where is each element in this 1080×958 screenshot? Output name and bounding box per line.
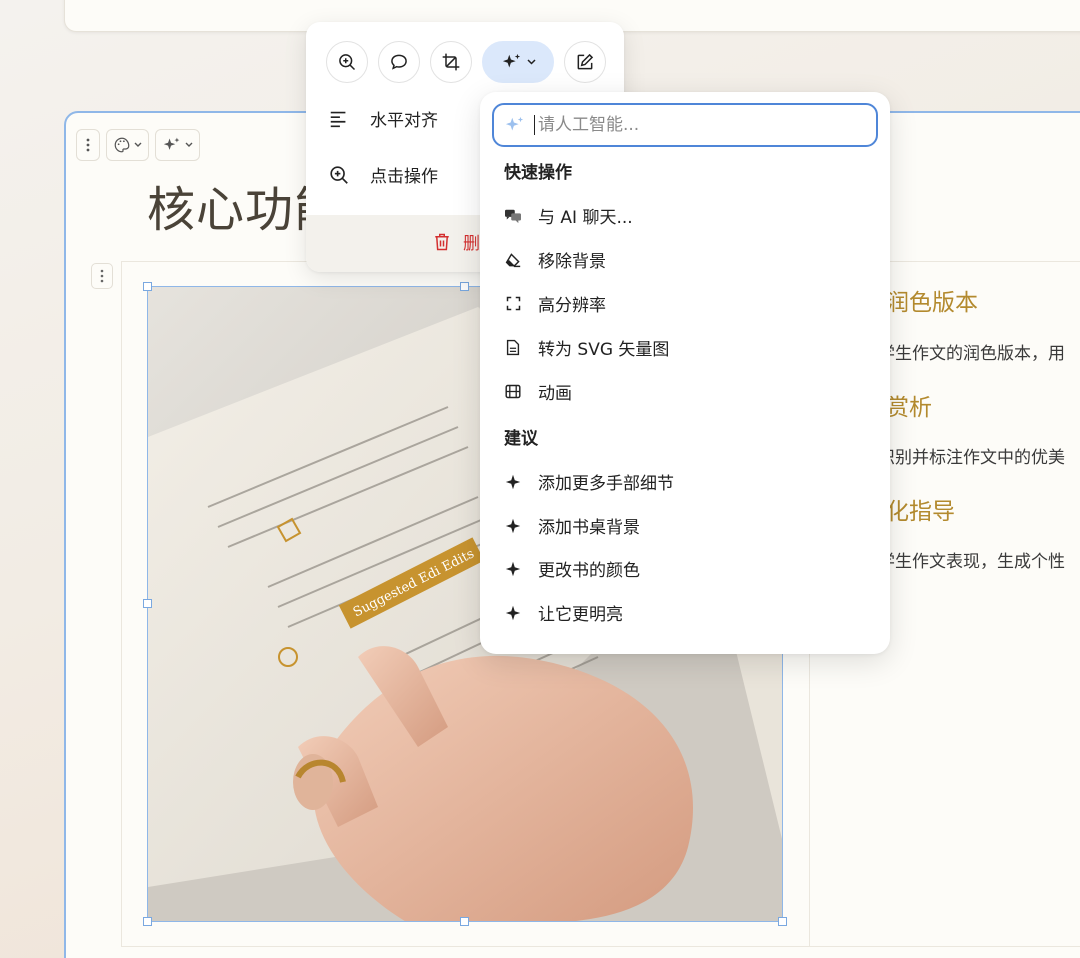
sparkle-icon: [163, 137, 180, 150]
remove-background-item[interactable]: 移除背景: [504, 247, 606, 272]
trash-icon: [435, 233, 449, 250]
menu-item-label: 动画: [538, 384, 572, 404]
crop-icon: [442, 53, 460, 71]
feature-text[interactable]: 学生作文表现，生成个性: [878, 547, 1065, 572]
sparkle-icon: [505, 518, 521, 533]
chevron-down-icon: [526, 59, 536, 65]
suggestion-item[interactable]: 让它更明亮: [504, 600, 623, 625]
slide-mini-toolbar: [76, 129, 200, 161]
theme-palette-button[interactable]: [106, 129, 149, 161]
animation-item[interactable]: 动画: [504, 379, 572, 404]
resize-handle-top[interactable]: [460, 282, 469, 291]
comment-icon: [391, 54, 407, 70]
palette-icon: [114, 137, 130, 153]
align-horizontal-item[interactable]: 水平对齐: [328, 106, 438, 131]
eraser-icon: [505, 252, 521, 267]
menu-item-label: 高分辨率: [538, 296, 606, 316]
sparkle-icon: [505, 116, 524, 131]
chevron-down-icon: [185, 142, 193, 147]
vertical-dots-icon: [86, 138, 90, 152]
suggestion-item[interactable]: 添加更多手部细节: [504, 469, 674, 494]
zoom-in-icon: [339, 54, 356, 71]
menu-item-label: 点击操作: [370, 167, 438, 187]
ai-tools-button[interactable]: [482, 41, 554, 83]
sparkle-icon: [505, 561, 521, 576]
ai-sparkle-button[interactable]: [155, 129, 200, 161]
ai-actions-menu: 快速操作 与 AI 聊天... 移除背景 高分辨率 转为 SVG 矢量图 动画 …: [480, 92, 890, 654]
menu-item-label: 转为 SVG 矢量图: [538, 340, 670, 360]
chevron-down-icon: [134, 142, 142, 147]
ai-prompt-field[interactable]: [492, 103, 878, 147]
edit-button[interactable]: [564, 41, 606, 83]
ai-prompt-input[interactable]: [534, 115, 854, 135]
feature-text[interactable]: 学生作文的润色版本，用: [878, 339, 1065, 364]
menu-item-label: 让它更明亮: [538, 605, 623, 625]
resize-handle-left[interactable]: [143, 599, 152, 608]
edit-icon: [577, 53, 594, 70]
comment-button[interactable]: [378, 41, 420, 83]
chat-icon: [505, 209, 521, 223]
menu-item-label: 添加书桌背景: [538, 518, 640, 538]
zoom-in-button[interactable]: [326, 41, 368, 83]
file-icon: [506, 339, 520, 356]
sparkle-icon: [505, 605, 521, 620]
menu-item-label: 更改书的颜色: [538, 561, 640, 581]
menu-item-label: 与 AI 聊天...: [538, 208, 633, 228]
feature-heading[interactable]: 化指导: [886, 492, 955, 526]
feature-heading[interactable]: 赏析: [886, 388, 932, 422]
zoom-in-icon: [330, 165, 348, 184]
high-resolution-item[interactable]: 高分辨率: [504, 291, 606, 316]
block-drag-handle[interactable]: [91, 263, 113, 289]
menu-item-label: 水平对齐: [370, 111, 438, 131]
quick-actions-heading: 快速操作: [504, 163, 572, 183]
menu-item-label: 添加更多手部细节: [538, 474, 674, 494]
more-options-button[interactable]: [76, 129, 100, 161]
suggestions-heading: 建议: [504, 429, 538, 449]
click-action-item[interactable]: 点击操作: [328, 162, 438, 187]
resize-handle-top-left[interactable]: [143, 282, 152, 291]
convert-svg-item[interactable]: 转为 SVG 矢量图: [504, 335, 669, 360]
vertical-dots-icon: [100, 269, 104, 283]
expand-icon: [506, 296, 520, 311]
menu-item-label: 移除背景: [538, 252, 606, 272]
sparkle-icon: [502, 53, 520, 68]
sparkle-icon: [505, 474, 521, 489]
align-left-icon: [330, 111, 346, 127]
resize-handle-bottom[interactable]: [460, 917, 469, 926]
chat-with-ai-item[interactable]: 与 AI 聊天...: [504, 203, 633, 228]
resize-handle-bottom-right[interactable]: [778, 917, 787, 926]
feature-heading[interactable]: 润色版本: [886, 283, 978, 317]
resize-handle-bottom-left[interactable]: [143, 917, 152, 926]
suggestion-item[interactable]: 更改书的颜色: [504, 556, 640, 581]
crop-button[interactable]: [430, 41, 472, 83]
feature-text[interactable]: 识别并标注作文中的优美: [878, 443, 1065, 468]
suggestion-item[interactable]: 添加书桌背景: [504, 513, 640, 538]
film-icon: [505, 384, 521, 399]
